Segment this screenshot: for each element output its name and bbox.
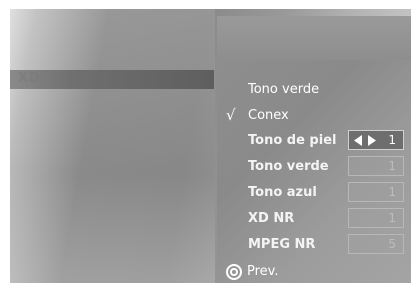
setting-value-box[interactable]: 1 [348, 130, 404, 150]
setting-value: 1 [388, 133, 396, 147]
circle-button-icon [226, 264, 242, 280]
check-mark-icon: √ [226, 106, 236, 124]
setting-tono-verde[interactable]: Tono verde 1 [217, 156, 411, 178]
setting-tono-de-piel[interactable]: Tono de piel 1 [217, 130, 411, 152]
setting-value: 1 [388, 185, 396, 199]
setting-value: 1 [388, 211, 396, 225]
setting-label: Tono de piel [248, 133, 337, 148]
menu-item-xd[interactable]: XD [10, 70, 214, 89]
setting-value: 5 [388, 237, 396, 251]
setting-label: Tono azul [248, 185, 317, 200]
menu-item-xd-label: XD [18, 71, 41, 86]
setting-tono-azul[interactable]: Tono azul 1 [217, 182, 411, 204]
setting-value-box[interactable]: 1 [348, 182, 404, 202]
setting-xd-nr[interactable]: XD NR 1 [217, 208, 411, 230]
setting-value: 1 [388, 159, 396, 173]
prev-label: Prev. [247, 264, 279, 279]
setting-label: MPEG NR [248, 237, 316, 252]
setting-mpeg-nr[interactable]: MPEG NR 5 [217, 234, 411, 256]
setting-label: Tono verde [248, 159, 329, 174]
option-tono-verde[interactable]: Tono verde [217, 79, 411, 101]
option-tono-verde-label: Tono verde [248, 82, 320, 97]
setting-value-box[interactable]: 1 [348, 208, 404, 228]
xd-settings-panel: Tono verde √ Conex Tono de piel 1 Tono v… [217, 16, 411, 283]
option-conex[interactable]: √ Conex [217, 105, 411, 127]
setting-label: XD NR [248, 211, 295, 226]
option-conex-label: Conex [248, 108, 289, 123]
left-menu-area [10, 9, 215, 283]
setting-value-box[interactable]: 5 [348, 234, 404, 254]
left-right-arrows-icon [354, 135, 376, 146]
tv-screen: XD Tono verde √ Conex Tono de piel 1 Ton… [10, 9, 411, 283]
setting-value-box[interactable]: 1 [348, 156, 404, 176]
panel-header-area [217, 16, 411, 60]
